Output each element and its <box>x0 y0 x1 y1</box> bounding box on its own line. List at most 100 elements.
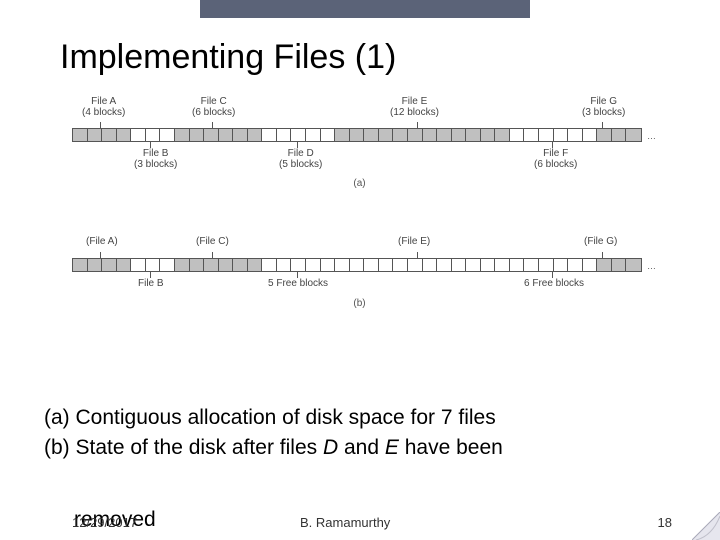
disk-block <box>452 129 467 141</box>
disk-block <box>437 129 452 141</box>
label-file-f-blocks: (6 blocks) <box>534 159 577 170</box>
footer-date: 12/29/2017 <box>72 515 137 530</box>
figure-b-top-labels: (File A) (File C) (File E) (File G) <box>72 236 647 252</box>
disk-block <box>175 259 190 271</box>
disk-block <box>481 259 496 271</box>
footer-author: B. Ramamurthy <box>300 515 390 530</box>
disk-block <box>350 259 365 271</box>
disk-block <box>233 259 248 271</box>
disk-block <box>146 129 161 141</box>
disk-block <box>466 129 481 141</box>
label-b-file-a: (File A) <box>86 236 118 247</box>
disk-block <box>568 129 583 141</box>
figure-a-caption: (a) <box>72 178 647 189</box>
figure-a-bot-labels: File B(3 blocks) File D(5 blocks) File F… <box>72 148 647 174</box>
disk-block <box>117 129 132 141</box>
disk-track-b: … <box>72 258 642 272</box>
disk-block <box>597 259 612 271</box>
disk-block <box>146 259 161 271</box>
disk-block <box>481 129 496 141</box>
figure-a: File A(4 blocks) File C(6 blocks) File E… <box>72 96 647 189</box>
caption-b-mid: and <box>338 436 385 459</box>
disk-block <box>335 259 350 271</box>
disk-block <box>393 259 408 271</box>
caption-b-d: D <box>323 436 338 459</box>
disk-block <box>350 129 365 141</box>
disk-block <box>510 129 525 141</box>
disk-block <box>626 259 641 271</box>
label-file-a-blocks: (4 blocks) <box>82 107 125 118</box>
disk-block <box>423 129 438 141</box>
figure-a-top-labels: File A(4 blocks) File C(6 blocks) File E… <box>72 96 647 122</box>
label-file-g-blocks: (3 blocks) <box>582 107 625 118</box>
disk-block <box>583 129 598 141</box>
disk-block <box>88 259 103 271</box>
label-file-b-blocks: (3 blocks) <box>134 159 177 170</box>
label-file-b: File B <box>134 148 177 159</box>
disk-block <box>510 259 525 271</box>
disk-block <box>88 129 103 141</box>
disk-block <box>277 129 292 141</box>
disk-block <box>190 129 205 141</box>
disk-block <box>408 259 423 271</box>
disk-block <box>306 129 321 141</box>
disk-block <box>291 129 306 141</box>
caption-b-e: E <box>385 436 399 459</box>
disk-block <box>248 129 263 141</box>
label-file-e-blocks: (12 blocks) <box>390 107 439 118</box>
figure-b: (File A) (File C) (File E) (File G) … Fi… <box>72 236 647 309</box>
label-b-file-e: (File E) <box>398 236 430 247</box>
slide-title: Implementing Files (1) <box>60 38 396 77</box>
disk-block <box>248 259 263 271</box>
label-file-a: File A <box>82 96 125 107</box>
disk-block <box>233 129 248 141</box>
disk-block <box>524 259 539 271</box>
disk-block <box>554 129 569 141</box>
disk-block <box>262 129 277 141</box>
caption-b-pre: (b) State of the disk after files <box>44 436 323 459</box>
disk-block <box>597 129 612 141</box>
disk-block <box>321 129 336 141</box>
disk-track-a: … <box>72 128 642 142</box>
disk-block <box>204 259 219 271</box>
disk-block <box>219 129 234 141</box>
figure-b-bot-labels: File B 5 Free blocks 6 Free blocks <box>72 278 647 294</box>
label-b-free6: 6 Free blocks <box>524 278 584 289</box>
disk-block <box>102 259 117 271</box>
disk-block <box>277 259 292 271</box>
disk-block <box>612 259 627 271</box>
disk-block <box>466 259 481 271</box>
label-file-f: File F <box>534 148 577 159</box>
disk-block <box>364 129 379 141</box>
disk-block <box>131 129 146 141</box>
caption-b: (b) State of the disk after files D and … <box>44 434 503 462</box>
disk-block <box>306 259 321 271</box>
disk-block <box>190 259 205 271</box>
label-file-d: File D <box>279 148 322 159</box>
label-b-file-b: File B <box>138 278 164 289</box>
disk-block <box>175 129 190 141</box>
caption-b-post: have been <box>399 436 503 459</box>
disk-block <box>393 129 408 141</box>
disk-block <box>73 259 88 271</box>
disk-block <box>408 129 423 141</box>
disk-block <box>160 259 175 271</box>
disk-block <box>583 259 598 271</box>
disk-block <box>539 129 554 141</box>
disk-block <box>204 129 219 141</box>
disk-block <box>131 259 146 271</box>
disk-block <box>219 259 234 271</box>
slide: Implementing Files (1) File A(4 blocks) … <box>0 0 720 540</box>
label-file-c: File C <box>192 96 235 107</box>
disk-block <box>291 259 306 271</box>
caption-a: (a) Contiguous allocation of disk space … <box>44 404 496 432</box>
label-b-file-c: (File C) <box>196 236 229 247</box>
disk-block <box>160 129 175 141</box>
disk-block <box>452 259 467 271</box>
disk-block <box>379 129 394 141</box>
disk-block <box>102 129 117 141</box>
disk-block <box>335 129 350 141</box>
disk-block <box>495 259 510 271</box>
disk-block <box>626 129 641 141</box>
footer-page: 18 <box>658 515 672 530</box>
